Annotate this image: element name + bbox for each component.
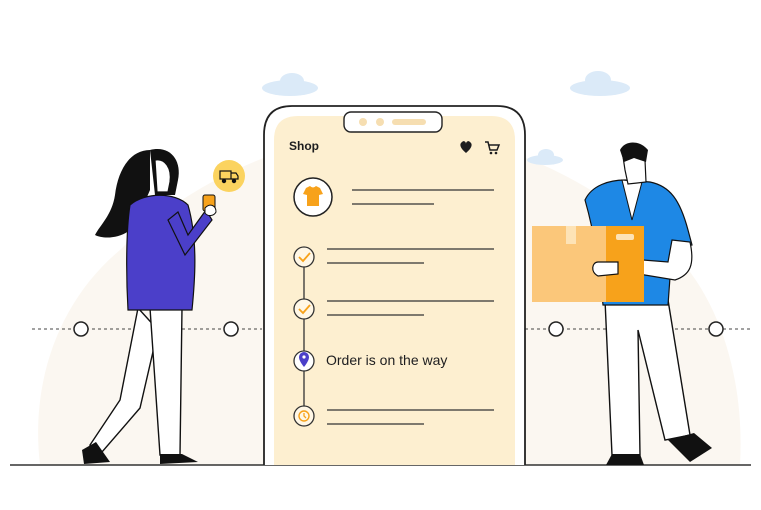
timeline-node bbox=[223, 321, 239, 337]
step-node-done bbox=[293, 246, 315, 268]
timeline-node bbox=[73, 321, 89, 337]
package-box-icon bbox=[532, 226, 644, 302]
cloud-icon bbox=[262, 73, 318, 96]
timeline-node bbox=[548, 321, 564, 337]
cloud-icon bbox=[527, 149, 563, 165]
man-hand bbox=[592, 261, 619, 277]
app-title: Shop bbox=[289, 139, 319, 153]
step-node-done bbox=[293, 298, 315, 320]
delivery-bubble bbox=[213, 160, 245, 192]
order-status-label: Order is on the way bbox=[326, 352, 448, 368]
cloud-icon bbox=[570, 71, 630, 96]
timeline-node bbox=[708, 321, 724, 337]
illustration-scene bbox=[10, 71, 751, 466]
